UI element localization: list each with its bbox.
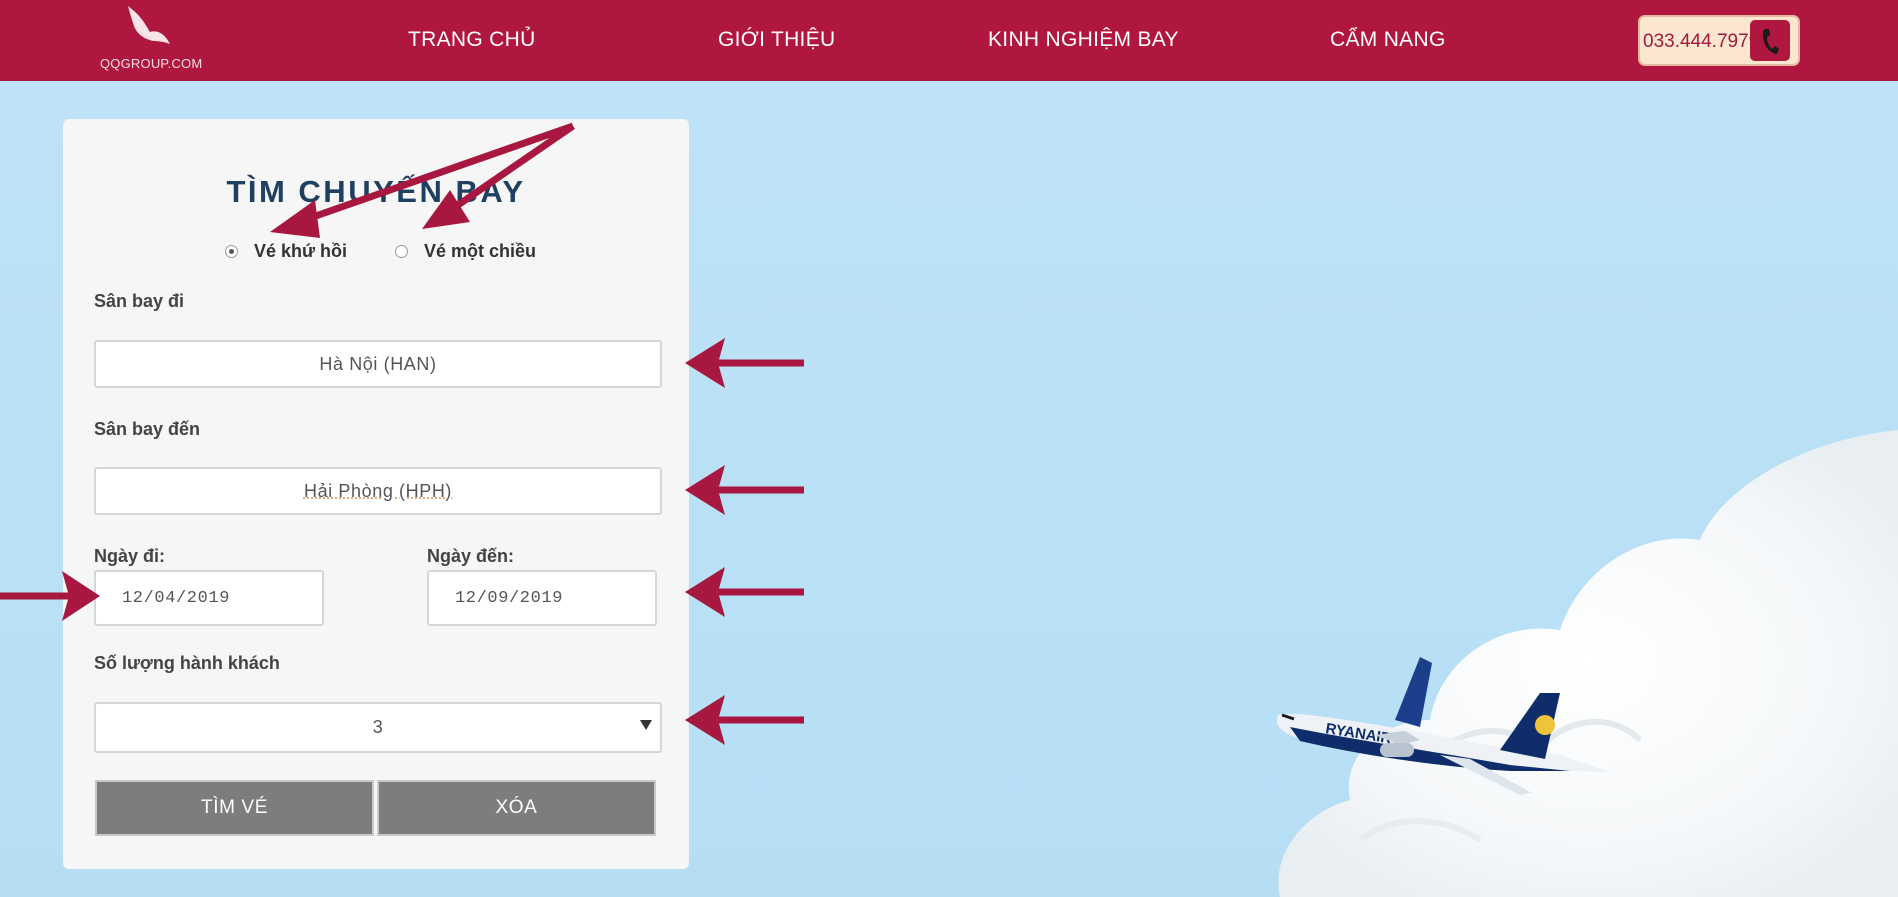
round-trip-option[interactable]: Vé khứ hồi [225,241,347,262]
top-navigation-bar: QQGROUP.COM TRANG CHỦ GIỚI THIỆU KINH NG… [0,0,1898,81]
phone-handset-icon [1762,29,1779,54]
site-logo[interactable]: QQGROUP.COM [100,4,203,72]
passengers-label: Số lượng hành khách [94,653,280,673]
phone-icon-box [1750,20,1790,61]
annotation-arrow-icon [685,567,804,617]
one-way-label: Vé một chiều [424,241,537,261]
nav-flight-experience[interactable]: KINH NGHIỆM BAY [988,28,1179,52]
round-trip-radio[interactable] [225,245,238,258]
arrival-airport-input[interactable]: Hải Phòng (HPH) [94,467,662,515]
phone-number: 033.444.7979 [1643,31,1760,52]
one-way-option[interactable]: Vé một chiều [395,241,536,262]
departure-airport-input[interactable]: Hà Nội (HAN) [94,340,662,388]
departure-date-input[interactable]: 12/04/2019 [94,570,324,626]
passengers-value: 3 [372,717,384,737]
annotation-arrow-icon [685,465,804,515]
passengers-select[interactable]: 3 [94,702,662,753]
phone-contact-button[interactable]: 033.444.7979 [1638,15,1800,66]
annotation-arrow-icon [685,338,804,388]
return-date-label: Ngày đến: [427,546,515,566]
clear-button[interactable]: XÓA [377,780,656,836]
one-way-radio[interactable] [395,245,408,258]
departure-date-label: Ngày đi: [94,546,166,566]
bird-wing-logo-icon [128,6,170,44]
search-button[interactable]: TÌM VÉ [95,780,374,836]
logo-text: QQGROUP.COM [100,56,203,71]
dropdown-arrow-icon [640,720,652,730]
form-title: TÌM CHUYẾN BAY [226,174,526,209]
round-trip-label: Vé khứ hồi [254,241,348,261]
annotation-arrow-icon [685,695,804,745]
nav-home[interactable]: TRANG CHỦ [408,28,536,52]
arrival-airport-label: Sân bay đến [94,419,201,439]
nav-handbook[interactable]: CẨM NANG [1330,28,1446,52]
departure-airport-label: Sân bay đi [94,291,185,311]
arrival-airport-value: Hải Phòng (HPH) [303,480,453,501]
return-date-input[interactable]: 12/09/2019 [427,570,657,626]
airplane-illustration: RYANAIR [1276,657,1610,795]
nav-about[interactable]: GIỚI THIỆU [718,28,835,52]
